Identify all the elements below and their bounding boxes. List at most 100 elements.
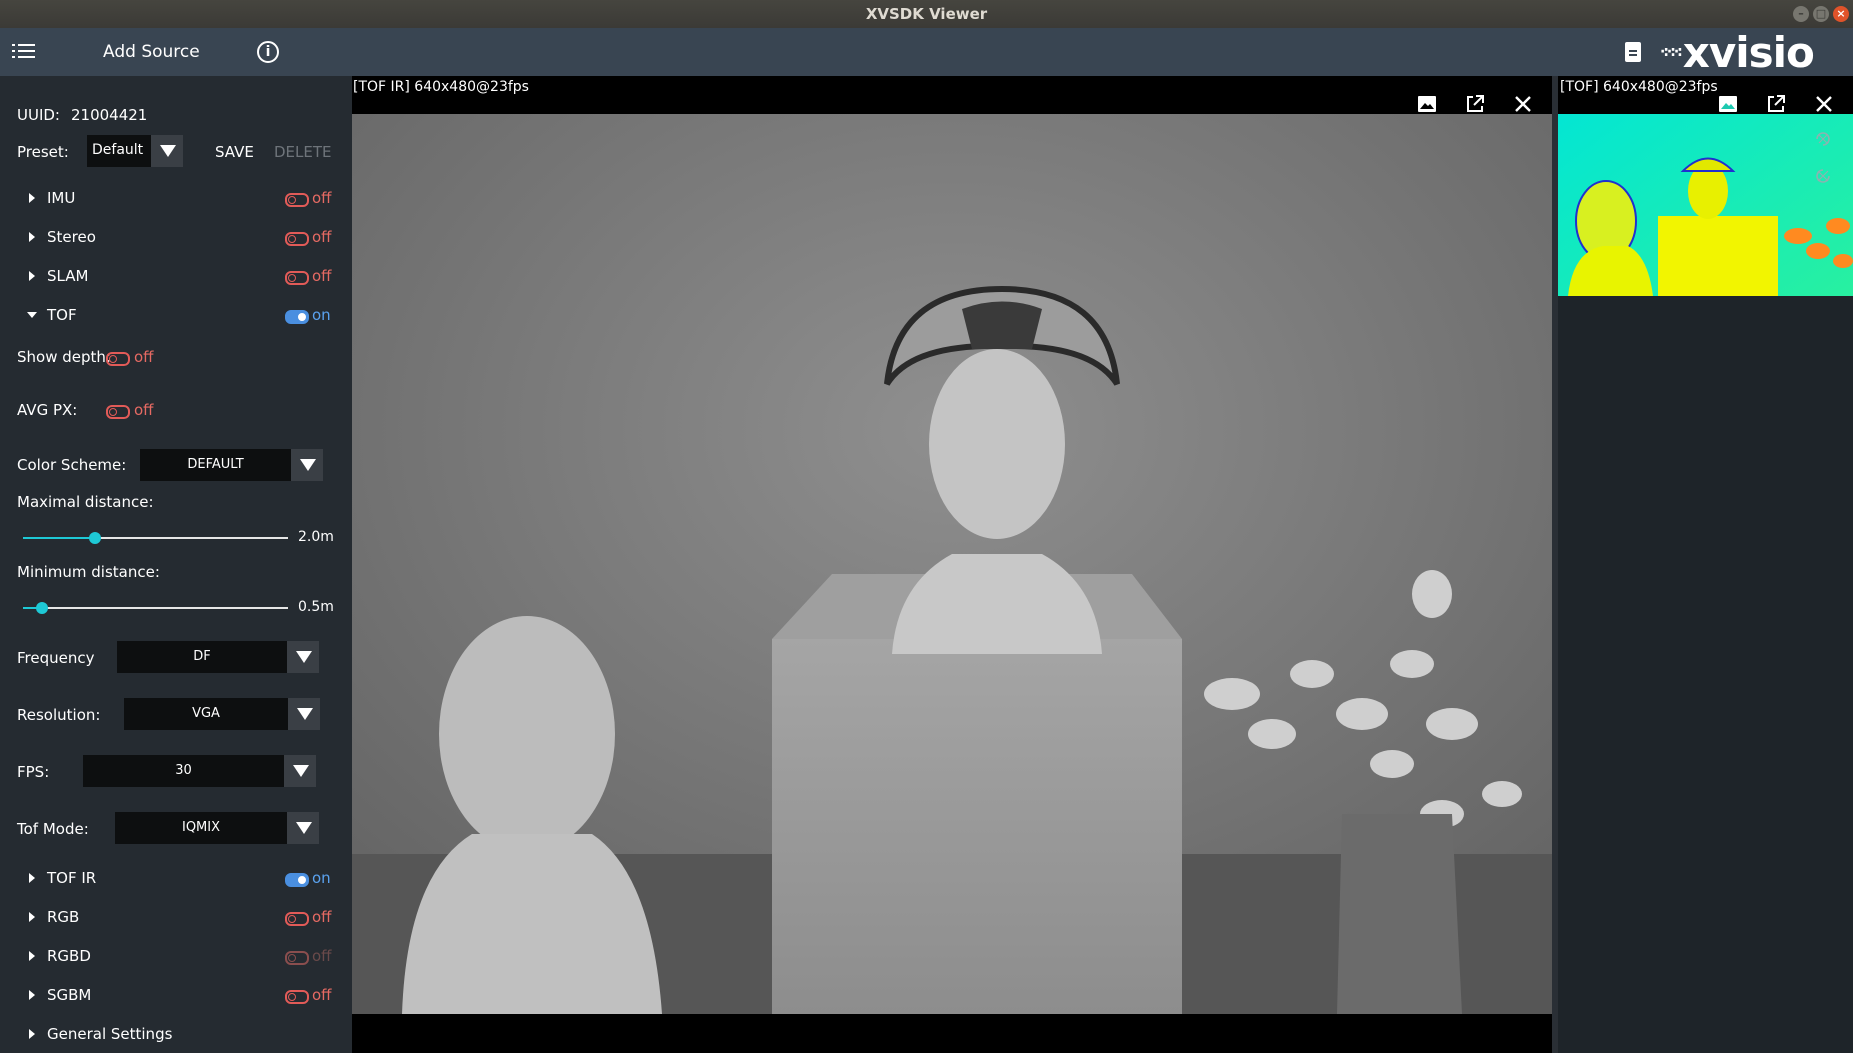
show-depth-state: off: [134, 348, 154, 366]
tof-ir-image: [352, 114, 1552, 1014]
expand-arrow-icon[interactable]: [29, 912, 35, 922]
rgbd-toggle-icon[interactable]: [285, 951, 309, 965]
expand-arrow-icon[interactable]: [29, 1029, 35, 1039]
tof-ir-state: on: [312, 869, 331, 887]
section-imu[interactable]: IMU off: [0, 185, 352, 213]
xvisio-logo: ·:·:·: xvisio: [1660, 27, 1815, 77]
section-label: Stereo: [47, 228, 96, 246]
resolution-select[interactable]: VGA: [124, 698, 320, 730]
resolution-value: VGA: [192, 706, 220, 721]
expand-arrow-icon[interactable]: [29, 232, 35, 242]
window-title: XVSDK Viewer: [865, 5, 988, 23]
expand-arrow-icon[interactable]: [29, 990, 35, 1000]
info-icon[interactable]: i: [257, 41, 279, 63]
snapshot-image-icon[interactable]: [1417, 94, 1437, 114]
slam-state: off: [312, 267, 332, 285]
expand-arrow-icon[interactable]: [29, 951, 35, 961]
section-rgbd[interactable]: RGBD off: [0, 943, 352, 971]
tof-ir-toggle-icon[interactable]: [285, 873, 309, 887]
min-distance-value: 0.5m: [298, 599, 334, 615]
chevron-down-icon[interactable]: [288, 698, 320, 730]
sgbm-toggle-icon[interactable]: [285, 990, 309, 1004]
section-label: SLAM: [47, 267, 89, 285]
rgb-state: off: [312, 908, 332, 926]
section-stereo[interactable]: Stereo off: [0, 224, 352, 252]
tof-side-view-label: [TOF] 640x480@23fps: [1560, 79, 1718, 95]
stereo-state: off: [312, 228, 332, 246]
section-slam[interactable]: SLAM off: [0, 263, 352, 291]
preset-label: Preset:: [17, 143, 69, 161]
minimize-button[interactable]: [1793, 6, 1809, 22]
rgbd-state: off: [312, 947, 332, 965]
snapshot-image-icon[interactable]: [1718, 94, 1738, 114]
fps-select[interactable]: 30: [83, 755, 316, 787]
maximize-button[interactable]: [1813, 6, 1829, 22]
slider-track[interactable]: [23, 607, 288, 609]
color-scheme-label: Color Scheme:: [17, 456, 127, 474]
section-tof[interactable]: TOF on: [0, 302, 352, 330]
popout-icon[interactable]: [1766, 94, 1786, 114]
tof-state: on: [312, 306, 331, 324]
section-label: SGBM: [47, 986, 92, 1004]
popout-icon[interactable]: [1465, 94, 1485, 114]
chevron-down-icon[interactable]: [287, 641, 319, 673]
show-depth-label: Show depth:: [17, 348, 111, 366]
tof-toggle-icon[interactable]: [285, 310, 309, 324]
close-window-button[interactable]: [1833, 6, 1849, 22]
tof-mode-select[interactable]: IQMIX: [115, 812, 319, 844]
stereo-toggle-icon[interactable]: [285, 232, 309, 246]
window-titlebar: XVSDK Viewer: [0, 0, 1853, 28]
slider-handle[interactable]: [88, 532, 101, 544]
logo-dots: ·:·:·:: [1660, 44, 1683, 60]
chevron-down-icon[interactable]: [287, 812, 319, 844]
show-depth-toggle-icon[interactable]: [106, 352, 130, 366]
expand-arrow-icon[interactable]: [29, 193, 35, 203]
expand-arrow-icon[interactable]: [29, 873, 35, 883]
uuid-label: UUID:: [17, 106, 60, 124]
slider-handle[interactable]: [35, 602, 48, 614]
preset-select[interactable]: Default: [87, 135, 183, 167]
tof-depth-thumbnail[interactable]: [1558, 76, 1853, 296]
chevron-down-icon[interactable]: [284, 755, 316, 787]
section-tof-ir[interactable]: TOF IR on: [0, 865, 352, 893]
document-icon[interactable]: [1625, 42, 1641, 62]
menu-list-icon[interactable]: [12, 42, 36, 62]
max-distance-value: 2.0m: [298, 529, 334, 545]
tof-ir-view-footer: [352, 1014, 1552, 1053]
section-label: IMU: [47, 189, 76, 207]
save-preset-button[interactable]: SAVE: [215, 143, 254, 161]
close-view-icon[interactable]: [1814, 94, 1834, 114]
chevron-down-icon[interactable]: [291, 449, 323, 481]
avg-px-toggle-icon[interactable]: [106, 405, 130, 419]
section-rgb[interactable]: RGB off: [0, 904, 352, 932]
color-scheme-select[interactable]: DEFAULT: [140, 449, 323, 481]
settings-sidebar: UUID: 21004421 Preset: Default SAVE DELE…: [0, 76, 352, 1053]
tof-mode-label: Tof Mode:: [17, 820, 89, 838]
tof-mode-value: IQMIX: [181, 820, 221, 835]
imu-state: off: [312, 189, 332, 207]
frequency-value: DF: [193, 649, 211, 664]
add-source-button[interactable]: Add Source: [103, 42, 200, 62]
section-label: TOF: [47, 306, 77, 324]
color-scheme-value: DEFAULT: [187, 457, 244, 472]
uuid-value: 21004421: [71, 106, 148, 124]
collapse-arrow-icon[interactable]: [27, 312, 37, 318]
avg-px-state: off: [134, 401, 154, 419]
close-view-icon[interactable]: [1513, 94, 1533, 114]
section-general-settings[interactable]: General Settings: [0, 1021, 352, 1049]
section-sgbm[interactable]: SGBM off: [0, 982, 352, 1010]
min-distance-label: Minimum distance:: [17, 563, 160, 581]
top-toolbar: Add Source i ·:·:·: xvisio: [0, 27, 1853, 77]
logo-text: xvisio: [1682, 27, 1815, 77]
rgb-toggle-icon[interactable]: [285, 912, 309, 926]
chevron-down-icon[interactable]: [151, 135, 183, 167]
rotate-view-icon[interactable]: [1813, 129, 1833, 149]
section-label: General Settings: [47, 1025, 173, 1043]
delete-preset-button[interactable]: DELETE: [274, 143, 332, 161]
frequency-select[interactable]: DF: [117, 641, 319, 673]
sgbm-state: off: [312, 986, 332, 1004]
flip-view-icon[interactable]: [1813, 166, 1833, 186]
slam-toggle-icon[interactable]: [285, 271, 309, 285]
expand-arrow-icon[interactable]: [29, 271, 35, 281]
imu-toggle-icon[interactable]: [285, 193, 309, 207]
